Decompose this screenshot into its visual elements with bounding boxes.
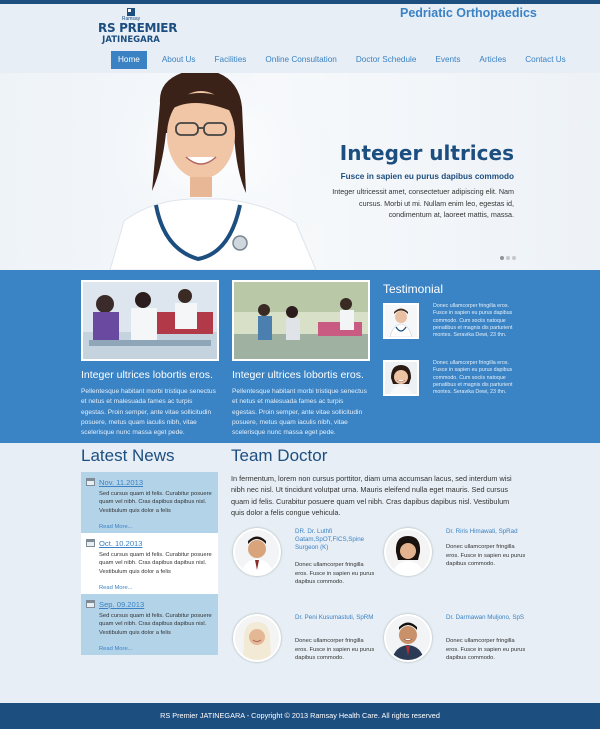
doctor-bio: Donec ullamcorper fringilla eros. Fusce … [295, 562, 375, 586]
calendar-icon [86, 478, 95, 486]
latest-news-heading: Latest News [81, 446, 175, 465]
doctor-bio: Donec ullamcorper fringilla eros. Fusce … [295, 638, 375, 662]
calendar-icon [86, 539, 95, 547]
news-text: Sed cursus quam id felis. Curabitur posu… [99, 613, 212, 636]
read-more-link[interactable]: Read More... [99, 646, 133, 652]
news-text: Sed cursus quam id felis. Curabitur posu… [99, 491, 212, 514]
feature-title[interactable]: Integer ultrices lobortis eros. [232, 369, 370, 381]
read-more-link[interactable]: Read More... [99, 524, 133, 530]
news-item: Sep. 09.2013 Sed cursus quam id felis. C… [81, 594, 218, 655]
doctor-card: Dr. Riris Himawati, SpRad Donec ullamcor… [384, 528, 526, 608]
testimonial-avatar [383, 303, 419, 339]
hero-slider: Integer ultrices Fusce in sapien eu puru… [0, 73, 600, 270]
doctor-photo[interactable] [233, 614, 281, 662]
doctor-card: Dr. Darmawan Muljono, SpS Donec ullamcor… [384, 614, 526, 694]
doctor-photo[interactable] [233, 528, 281, 576]
site-logo[interactable]: Ramsay RS PREMIER JATINEGARA [98, 8, 178, 45]
ramsay-logo-icon [127, 8, 135, 16]
hero-body: Integer ultricessit amet, consectetuer a… [332, 187, 514, 219]
nav-doctor-schedule[interactable]: Doctor Schedule [356, 51, 417, 69]
doctor-card: DR. Dr. Luthfi Gatam,SpOT,FICS,Spine Sur… [233, 528, 375, 608]
nav-facilities[interactable]: Facilities [215, 51, 247, 69]
doctor-photo[interactable] [384, 528, 432, 576]
top-accent-bar [0, 0, 600, 4]
news-date-link[interactable]: Sep. 09.2013 [99, 600, 144, 609]
nav-home[interactable]: Home [111, 51, 147, 69]
hero-title: Integer ultrices [339, 141, 514, 165]
feature-image-lab[interactable] [81, 280, 219, 361]
news-date-link[interactable]: Oct. 10.2013 [99, 539, 142, 548]
news-date-link[interactable]: Nov. 11.2013 [99, 478, 143, 487]
doctor-name-link[interactable]: Dr. Peni Kusumastuti, SpRM [295, 614, 375, 622]
feature-band: Integer ultrices lobortis eros. Pellente… [0, 270, 600, 443]
logo-main-text: RS PREMIER [98, 21, 178, 35]
doctor-name-link[interactable]: Dr. Darmawan Muljono, SpS [446, 614, 526, 622]
nav-online-consultation[interactable]: Online Consultation [265, 51, 336, 69]
logo-sub-text: JATINEGARA [102, 35, 160, 45]
testimonial-text: Donec ullamcorper fringilla eros. Fusce … [433, 303, 513, 339]
doctor-bio: Donec ullamcorper fringilla eros. Fusce … [446, 544, 526, 568]
feature-body: Pellentesque habitant morbi tristique se… [232, 388, 367, 437]
slider-dot-icon[interactable] [500, 256, 504, 260]
nav-contact-us[interactable]: Contact Us [525, 51, 566, 69]
testimonial-text: Donec ullamcorper fringilla eros. Fusce … [433, 360, 513, 396]
testimonial-heading: Testimonial [383, 282, 444, 296]
nav-about-us[interactable]: About Us [162, 51, 196, 69]
feature-card: Integer ultrices lobortis eros. Pellente… [232, 280, 370, 438]
feature-image-ward[interactable] [232, 280, 370, 361]
feature-body: Pellentesque habitant morbi tristique se… [81, 388, 216, 437]
doctor-bio: Donec ullamcorper fringilla eros. Fusce … [446, 638, 526, 662]
doctor-name-link[interactable]: DR. Dr. Luthfi Gatam,SpOT,FICS,Spine Sur… [295, 528, 375, 553]
doctor-name-link[interactable]: Dr. Riris Himawati, SpRad [446, 528, 526, 536]
news-item: Nov. 11.2013 Sed cursus quam id felis. C… [81, 472, 218, 533]
feature-card: Integer ultrices lobortis eros. Pellente… [81, 280, 219, 438]
hero-doctor-image [90, 73, 330, 270]
nav-events[interactable]: Events [435, 51, 460, 69]
calendar-icon [86, 600, 95, 608]
doctor-card: Dr. Peni Kusumastuti, SpRM Donec ullamco… [233, 614, 375, 694]
team-doctor-heading: Team Doctor [231, 446, 328, 465]
doctor-photo[interactable] [384, 614, 432, 662]
main-nav: Home About Us Facilities Online Consulta… [111, 51, 585, 69]
site-tagline: Pedriatic Orthopaedics [400, 6, 537, 20]
slider-dot-icon[interactable] [512, 256, 516, 260]
news-text: Sed cursus quam id felis. Curabitur posu… [99, 552, 212, 575]
read-more-link[interactable]: Read More... [99, 585, 133, 591]
footer-copyright: RS Premier JATINEGARA - Copyright © 2013… [160, 711, 440, 720]
hero-subtitle: Fusce in sapien eu purus dapibus commodo [340, 172, 514, 181]
team-intro: In fermentum, lorem non cursus porttitor… [231, 474, 512, 517]
testimonial-avatar [383, 360, 419, 396]
nav-articles[interactable]: Articles [479, 51, 506, 69]
feature-title[interactable]: Integer ultrices lobortis eros. [81, 369, 219, 381]
slider-dots [500, 256, 518, 260]
site-footer: RS Premier JATINEGARA - Copyright © 2013… [0, 703, 600, 729]
news-item: Oct. 10.2013 Sed cursus quam id felis. C… [81, 533, 218, 594]
slider-dot-icon[interactable] [506, 256, 510, 260]
